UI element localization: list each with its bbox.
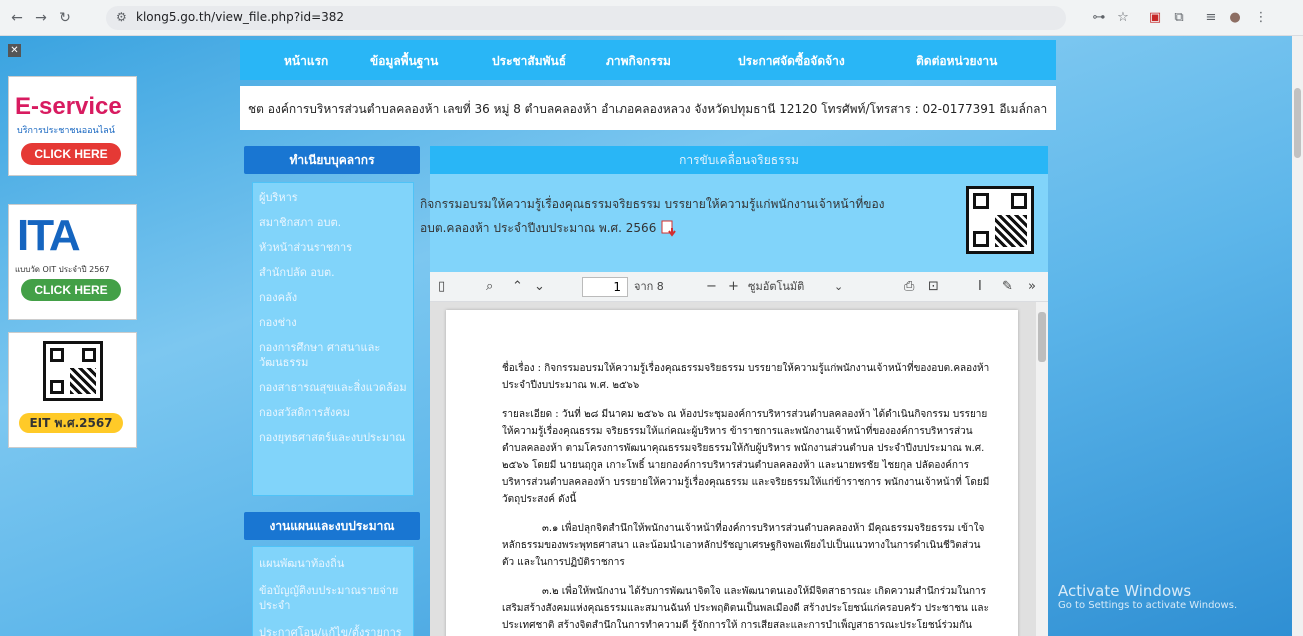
pdf-extension-icon[interactable]: ▣ (1146, 9, 1164, 27)
save-icon[interactable]: ⊡ (928, 280, 939, 294)
sidebar-personnel-list: ผู้บริหาร สมาชิกสภา อบต. หัวหน้าส่วนราชก… (252, 182, 414, 496)
back-icon[interactable]: ← (8, 9, 26, 27)
chevron-up-icon[interactable]: ⌃ (512, 280, 523, 294)
url-text: klong5.go.th/view_file.php?id=382 (136, 10, 345, 24)
sidebar-item-engineering[interactable]: กองช่าง (253, 312, 413, 333)
content-body: กิจกรรมอบรมให้ความรู้เรื่องคุณธรรมจริยธร… (420, 174, 1048, 636)
search-icon[interactable]: ⌕ (486, 280, 493, 294)
zoom-in-icon[interactable]: + (728, 280, 739, 294)
pdf-scroll-thumb[interactable] (1038, 312, 1046, 362)
pdf-scrollbar[interactable] (1036, 302, 1048, 636)
address-marquee: ชต องค์การบริหารส่วนตำบลคลองห้า เลขที่ 3… (240, 86, 1056, 130)
sidebar-toggle-icon[interactable]: ▯ (438, 280, 445, 294)
eservice-banner[interactable]: E-service บริการประชาชนออนไลน์ CLICK HER… (8, 76, 137, 176)
pdf-page: ชื่อเรื่อง : กิจกรรมอบรมให้ความรู้เรื่อง… (446, 310, 1018, 636)
page-viewport: ✕ E-service บริการประชาชนออนไลน์ CLICK H… (0, 36, 1292, 636)
ita-subtitle: แบบวัด OIT ประจำปี 2567 (15, 265, 110, 274)
ita-logo: ITA (17, 211, 81, 260)
sidebar-item-local-plan[interactable]: แผนพัฒนาท้องถิ่น (253, 553, 413, 574)
nav-public-relations[interactable]: ประชาสัมพันธ์ (492, 52, 566, 71)
chevron-down-icon[interactable]: ⌄ (534, 280, 545, 294)
nav-basic-info[interactable]: ข้อมูลพื้นฐาน (370, 52, 438, 71)
sidebar-item-budget-transfer[interactable]: ประกาศโอน/แก้ไข/ตั้งรายการ (253, 622, 413, 636)
page-scrollbar[interactable] (1292, 36, 1303, 636)
sidebar-item-finance[interactable]: กองคลัง (253, 287, 413, 308)
ita-click-button[interactable]: CLICK HERE (21, 279, 121, 301)
site-info-icon[interactable]: ⚙ (116, 10, 127, 24)
extensions-icon[interactable]: ⧉ (1170, 9, 1188, 27)
browser-toolbar: ← → ↻ ⚙ klong5.go.th/view_file.php?id=38… (0, 0, 1303, 36)
menu-kebab-icon[interactable]: ⋮ (1252, 9, 1270, 27)
eservice-title: E-service (15, 93, 122, 120)
sidebar-section-personnel-title: ทำเนียบบุคลากร (244, 146, 420, 174)
sidebar-section-plan-title: งานแผนและงบประมาณ (244, 512, 420, 540)
nav-activity-photos[interactable]: ภาพกิจกรรม (606, 52, 671, 71)
forward-icon[interactable]: → (32, 9, 50, 27)
nav-home[interactable]: หน้าแรก (284, 52, 328, 71)
sidebar-item-education[interactable]: กองการศึกษา ศาสนาและวัฒนธรรม (253, 337, 413, 373)
pdf-download-icon[interactable] (660, 220, 680, 238)
description-text: กิจกรรมอบรมให้ความรู้เรื่องคุณธรรมจริยธร… (420, 197, 885, 235)
sidebar-item-budget-ordinance[interactable]: ข้อบัญญัติงบประมาณรายจ่ายประจำ (253, 580, 413, 616)
ita-banner[interactable]: ITA แบบวัด OIT ประจำปี 2567 CLICK HERE (8, 204, 137, 320)
password-key-icon[interactable]: ⊶ (1090, 9, 1108, 27)
sidebar-item-dept-heads[interactable]: หัวหน้าส่วนราชการ (253, 237, 413, 258)
pdf-toolbar: ▯ ⌕ ⌃ ⌄ 1 จาก 8 − + ซูมอัตโนมัติ ⌄ ⎙ ⊡ I… (430, 272, 1048, 302)
address-bar[interactable]: ⚙ klong5.go.th/view_file.php?id=382 (106, 6, 1066, 30)
sidebar-item-executives[interactable]: ผู้บริหาร (253, 187, 413, 208)
sidebar-item-strategy-budget[interactable]: กองยุทธศาสตร์และงบประมาณ (253, 427, 413, 448)
page-scroll-thumb[interactable] (1294, 88, 1301, 158)
pdf-doc-item-2: ๓.๒ เพื่อให้พนักงาน ได้รับการพัฒนาจิตใจ … (502, 586, 989, 631)
print-icon[interactable]: ⎙ (904, 280, 914, 294)
top-navigation: หน้าแรก ข้อมูลพื้นฐาน ประชาสัมพันธ์ ภาพก… (240, 40, 1056, 80)
zoom-out-icon[interactable]: − (706, 280, 717, 294)
sidebar-item-social-welfare[interactable]: กองสวัสดิการสังคม (253, 402, 413, 423)
eservice-subtitle: บริการประชาชนออนไลน์ (17, 126, 115, 136)
chevron-down-icon[interactable]: ⌄ (834, 280, 843, 294)
main-content: การขับเคลื่อนจริยธรรม กิจกรรมอบรมให้ความ… (420, 146, 1048, 636)
sidebar: ทำเนียบบุคลากร ผู้บริหาร สมาชิกสภา อบต. … (244, 146, 420, 636)
nav-contact[interactable]: ติดต่อหน่วยงาน (916, 52, 997, 71)
sidebar-item-office[interactable]: สำนักปลัด อบต. (253, 262, 413, 283)
watermark-line-1: Activate Windows (1058, 582, 1192, 600)
sidebar-item-council[interactable]: สมาชิกสภา อบต. (253, 212, 413, 233)
draw-pen-icon[interactable]: ✎ (1002, 280, 1013, 294)
address-text: ชต องค์การบริหารส่วนตำบลคลองห้า เลขที่ 3… (248, 102, 1048, 116)
activate-windows-watermark: Activate Windows Go to Settings to activ… (1058, 582, 1237, 611)
eit-banner[interactable]: EIT พ.ศ.2567 (8, 332, 137, 448)
page-total: จาก 8 (634, 280, 664, 293)
pdf-doc-item-1: ๓.๑ เพื่อปลุกจิตสำนึกให้พนักงานเจ้าหน้าท… (502, 523, 985, 568)
bookmark-star-icon[interactable]: ☆ (1114, 9, 1132, 27)
more-tools-icon[interactable]: » (1028, 280, 1036, 294)
watermark-line-2: Go to Settings to activate Windows. (1058, 600, 1238, 611)
pdf-viewer[interactable]: ชื่อเรื่อง : กิจกรรมอบรมให้ความรู้เรื่อง… (430, 302, 1048, 636)
close-icon[interactable]: ✕ (8, 44, 21, 57)
pdf-doc-title: ชื่อเรื่อง : กิจกรรมอบรมให้ความรู้เรื่อง… (502, 363, 990, 391)
eit-button[interactable]: EIT พ.ศ.2567 (19, 413, 123, 433)
reload-icon[interactable]: ↻ (56, 9, 74, 27)
zoom-select[interactable]: ซูมอัตโนมัติ (748, 280, 804, 294)
pdf-document-text: ชื่อเรื่อง : กิจกรรมอบรมให้ความรู้เรื่อง… (502, 360, 992, 636)
text-cursor-icon[interactable]: I (978, 280, 982, 294)
qr-code-icon (43, 341, 103, 401)
sidebar-item-public-health[interactable]: กองสาธารณสุขและสิ่งแวดล้อม (253, 377, 413, 398)
page-number-input[interactable]: 1 (582, 277, 628, 297)
eservice-click-button[interactable]: CLICK HERE (21, 143, 121, 165)
pdf-doc-detail: รายละเอียด : วันที่ ๒๘ มีนาคม ๒๕๖๖ ณ ห้อ… (502, 409, 990, 505)
profile-avatar-icon[interactable]: ● (1226, 9, 1244, 27)
content-description: กิจกรรมอบรมให้ความรู้เรื่องคุณธรรมจริยธร… (420, 192, 940, 240)
nav-procurement[interactable]: ประกาศจัดซื้อจัดจ้าง (738, 52, 845, 71)
qr-code-icon (966, 186, 1034, 254)
content-header: การขับเคลื่อนจริยธรรม (430, 146, 1048, 174)
sidebar-plan-list: แผนพัฒนาท้องถิ่น ข้อบัญญัติงบประมาณรายจ่… (252, 546, 414, 636)
reading-list-icon[interactable]: ≡ (1202, 9, 1220, 27)
